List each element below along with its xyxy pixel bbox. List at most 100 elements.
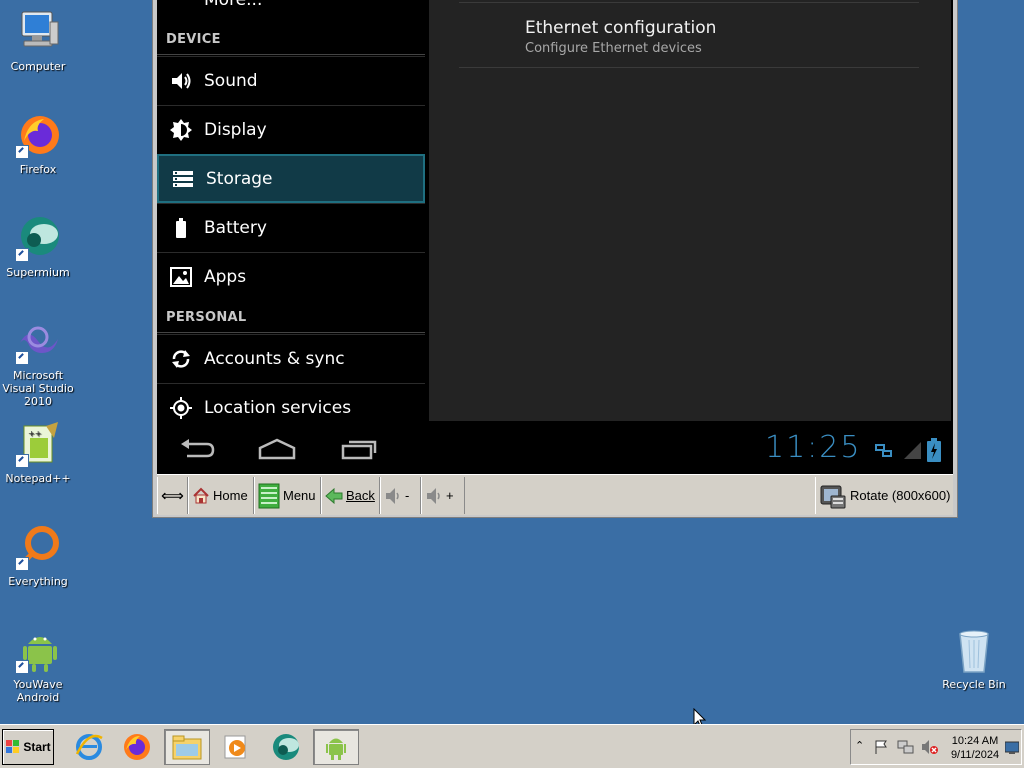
- desktop-icon-label: Everything: [8, 575, 68, 588]
- menu-button[interactable]: Menu: [254, 477, 321, 514]
- desktop-icon-supermium[interactable]: Supermium: [0, 214, 76, 279]
- nav-back-button[interactable]: [177, 436, 217, 464]
- network-tray-icon[interactable]: [897, 739, 915, 759]
- show-desktop-icon[interactable]: [1004, 740, 1020, 759]
- everything-icon: [14, 523, 62, 571]
- notepad-plus-plus-icon: ++: [14, 420, 62, 468]
- settings-item-label: Accounts & sync: [204, 349, 345, 369]
- desktop-icon-firefox[interactable]: Firefox: [0, 111, 76, 176]
- settings-item-storage[interactable]: Storage: [157, 154, 425, 203]
- location-icon: [157, 396, 204, 420]
- divider: [459, 2, 919, 3]
- nav-recents-button[interactable]: [339, 438, 379, 464]
- settings-item-label: Storage: [206, 168, 273, 189]
- settings-list-panel: More... DEVICE Sound Display Storage Bat…: [157, 0, 425, 422]
- back-arrow-icon: [181, 439, 215, 458]
- personal-section-header: PERSONAL: [166, 310, 247, 325]
- volume-down-label: -: [405, 488, 410, 503]
- volume-up-button[interactable]: +: [421, 477, 465, 514]
- firefox-icon: [124, 734, 150, 760]
- volume-down-button[interactable]: -: [380, 477, 421, 514]
- tray-clock[interactable]: 10:24 AM 9/11/2024: [947, 734, 1003, 762]
- visual-studio-icon: [14, 317, 62, 365]
- apps-icon: [157, 265, 204, 289]
- media-player-icon: [224, 735, 246, 759]
- nav-home-button[interactable]: [257, 438, 297, 464]
- taskbar-media-player[interactable]: [213, 729, 259, 765]
- desktop-icon-recycle-bin[interactable]: Recycle Bin: [936, 626, 1012, 691]
- start-button[interactable]: Start: [2, 729, 54, 765]
- taskbar-supermium[interactable]: [263, 729, 309, 765]
- settings-item-sound[interactable]: Sound: [157, 56, 425, 105]
- taskbar: Start ⌃ 10:24 AM 9/11/2024: [0, 724, 1024, 768]
- folder-icon: [172, 735, 202, 760]
- settings-item-display[interactable]: Display: [157, 105, 425, 154]
- menu-label: Menu: [283, 488, 316, 503]
- desktop-icon-notepad-plus-plus[interactable]: ++ Notepad++: [0, 420, 76, 485]
- system-tray: ⌃ 10:24 AM 9/11/2024: [850, 729, 1022, 765]
- settings-item-label: Sound: [204, 71, 258, 91]
- display-icon: [157, 118, 204, 142]
- menu-list-icon: [258, 483, 280, 508]
- tray-date: 9/11/2024: [950, 749, 1000, 761]
- home-button[interactable]: Home: [188, 477, 254, 514]
- shortcut-arrow-icon: [15, 351, 29, 365]
- android-icon: [14, 626, 62, 674]
- recents-icon: [341, 440, 377, 460]
- taskbar-firefox[interactable]: [114, 729, 160, 765]
- home-icon: [258, 438, 296, 460]
- settings-item-apps[interactable]: Apps: [157, 252, 425, 301]
- android-screen: More... DEVICE Sound Display Storage Bat…: [157, 0, 953, 474]
- supermium-icon: [14, 214, 62, 262]
- taskbar-youwave-android[interactable]: [313, 729, 359, 765]
- android-navigation-bar: 11:25: [157, 422, 953, 474]
- home-house-icon: [193, 487, 209, 503]
- battery-charging-icon: [927, 438, 941, 466]
- desktop-icon-computer[interactable]: Computer: [0, 8, 76, 73]
- divider: [157, 332, 425, 333]
- desktop-icon-label: Firefox: [19, 163, 57, 176]
- battery-icon: [157, 216, 204, 240]
- desktop-icon-visual-studio[interactable]: Microsoft Visual Studio 2010: [0, 317, 76, 408]
- taskbar-file-explorer[interactable]: [164, 729, 210, 765]
- sync-icon: [157, 347, 204, 371]
- tray-time: 10:24 AM: [951, 735, 999, 747]
- show-hidden-icons-chevron-icon[interactable]: ⌃: [855, 739, 864, 752]
- more-item[interactable]: More...: [204, 0, 262, 10]
- desktop-icon-label: Recycle Bin: [942, 678, 1006, 691]
- rotate-button[interactable]: Rotate (800x600): [815, 477, 956, 514]
- rotate-label: Rotate (800x600): [850, 488, 951, 503]
- ethernet-configuration-title: Ethernet configuration: [525, 18, 717, 38]
- resize-button[interactable]: ⟺: [157, 477, 188, 514]
- detail-pane: Ethernet configuration Configure Etherne…: [429, 0, 951, 421]
- speaker-icon: [386, 487, 399, 504]
- back-button[interactable]: Back: [321, 477, 380, 514]
- network-icon: [874, 442, 894, 464]
- svg-text:++: ++: [28, 429, 41, 438]
- internet-explorer-icon: [75, 734, 103, 760]
- resize-arrows-icon: ⟺: [161, 487, 184, 505]
- recycle-bin-icon: [950, 626, 998, 674]
- desktop-icon-label: Notepad++: [5, 472, 71, 485]
- divider: [459, 67, 919, 68]
- settings-item-label: Battery: [204, 218, 267, 238]
- volume-muted-icon[interactable]: [921, 739, 939, 759]
- desktop-icon-label: Microsoft Visual Studio 2010: [2, 369, 74, 408]
- shortcut-arrow-icon: [15, 454, 29, 468]
- sound-icon: [157, 69, 204, 93]
- desktop-icon-everything[interactable]: Everything: [0, 523, 76, 588]
- desktop-icon-youwave-android[interactable]: YouWave Android: [0, 626, 76, 704]
- settings-detail-panel: Ethernet configuration Configure Etherne…: [425, 0, 953, 422]
- action-center-flag-icon[interactable]: [873, 739, 889, 759]
- firefox-icon: [14, 111, 62, 159]
- taskbar-internet-explorer[interactable]: [66, 729, 112, 765]
- divider: [157, 54, 425, 55]
- desktop-icon-label: YouWave Android: [13, 678, 63, 704]
- settings-item-battery[interactable]: Battery: [157, 203, 425, 252]
- settings-item-accounts-sync[interactable]: Accounts & sync: [157, 334, 425, 383]
- shortcut-arrow-icon: [15, 557, 29, 571]
- back-green-arrow-icon: [325, 487, 343, 504]
- settings-item-label: Apps: [204, 267, 247, 287]
- status-clock: 11:25: [765, 430, 862, 465]
- emulator-toolbar: ⟺ Home Menu Back - + Rotate (800x600): [157, 474, 953, 515]
